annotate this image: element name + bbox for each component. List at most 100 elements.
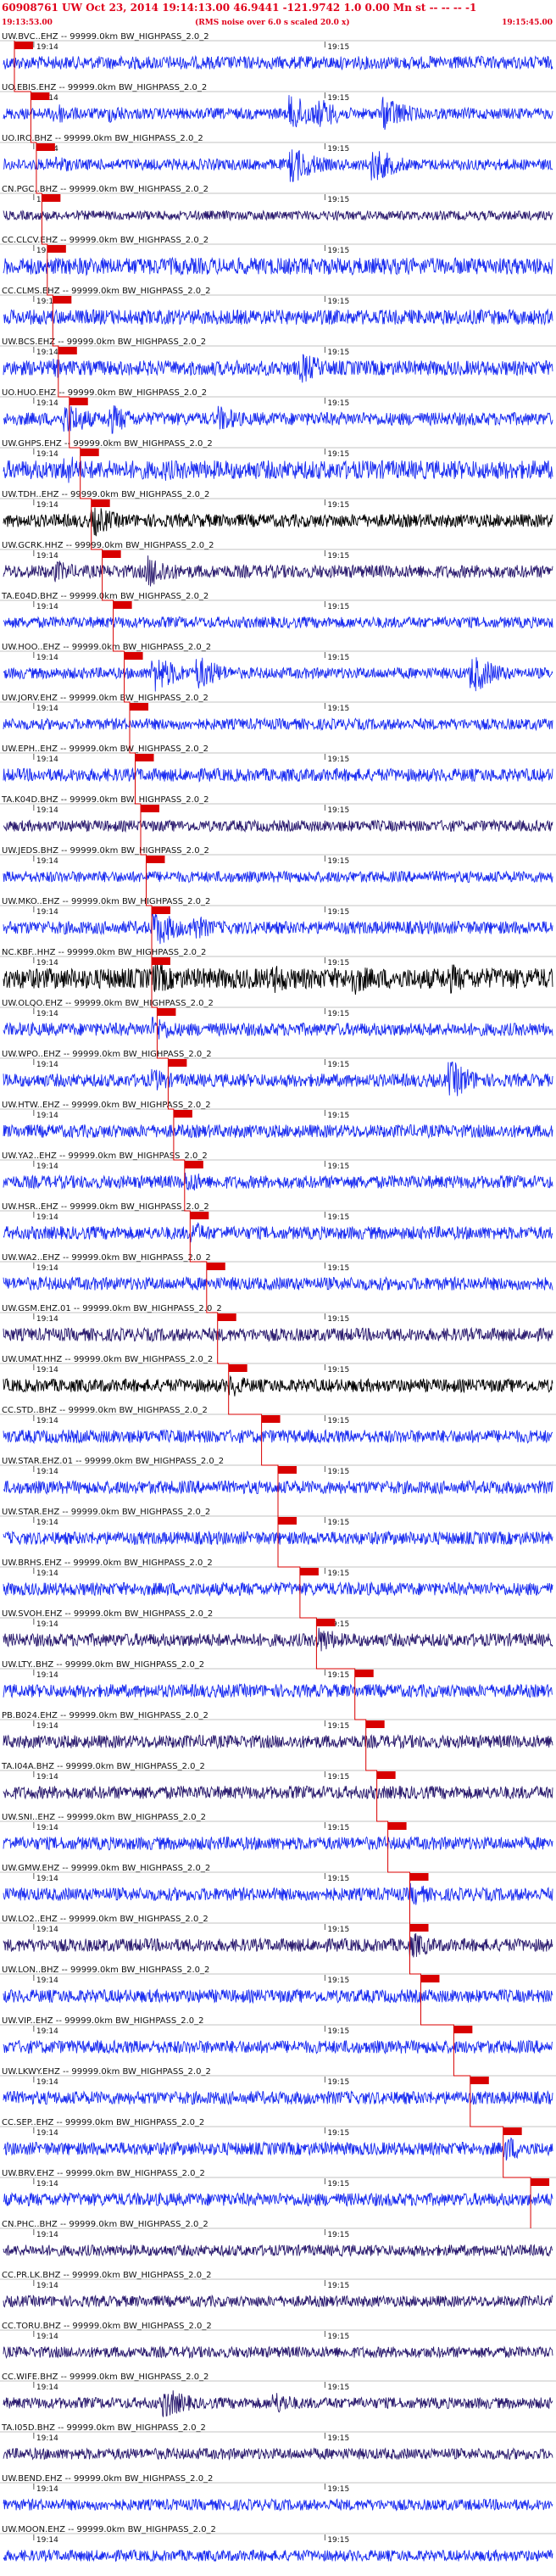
- time-tick-label: 19:14: [36, 654, 58, 662]
- waveform: [3, 911, 553, 945]
- waveform: [3, 354, 553, 383]
- trace-label: TA.I04A.BHZ -- 99999.0km BW_HIGHPASS_2.0…: [1, 1762, 205, 1771]
- time-tick-label: 19:14: [36, 399, 58, 408]
- trace-row: UW.BVC..EHZ -- 99999.0km BW_HIGHPASS_2.0…: [0, 32, 556, 71]
- time-tick-label: 19:14: [36, 1671, 58, 1680]
- time-tick-label: 19:14: [36, 1722, 58, 1731]
- time-tick-label: 19:14: [36, 2231, 58, 2239]
- waveform: [3, 2498, 553, 2512]
- waveform: [3, 1017, 553, 1040]
- time-tick-label: 19:15: [327, 1264, 349, 1273]
- trace-row: UW.VIP..EHZ -- 99999.0km BW_HIGHPASS_2.0…: [0, 2016, 556, 2055]
- pick-marker: [58, 347, 77, 354]
- trace-row: TA.I05D.BHZ -- 99999.0km BW_HIGHPASS_2.0…: [0, 2423, 556, 2461]
- trace-row: UW.SNI..EHZ -- 99999.0km BW_HIGHPASS_2.0…: [0, 1813, 556, 1852]
- waveform: [3, 1124, 553, 1140]
- pick-marker: [69, 398, 88, 405]
- trace-label: UW.WPO..EHZ -- 99999.0km BW_HIGHPASS_2.0…: [2, 1050, 212, 1059]
- time-tick-label: 19:14: [36, 43, 58, 52]
- event-title: 60908761 UW Oct 23, 2014 19:14:13.00 46.…: [2, 2, 477, 14]
- waveform: [3, 404, 553, 434]
- pick-marker: [278, 1466, 297, 1474]
- waveform: [3, 555, 553, 587]
- trace-label: UW.GSM.EHZ.01 -- 99999.0km BW_HIGHPASS_2…: [2, 1304, 222, 1313]
- pick-marker: [151, 906, 170, 914]
- time-tick-label: 19:14: [36, 857, 58, 866]
- time-tick-label: 19:14: [36, 1570, 58, 1578]
- waveform: [3, 818, 553, 834]
- trace-row: UW.BRV.EHZ -- 99999.0km BW_HIGHPASS_2.0_…: [0, 2169, 556, 2207]
- waveform: [3, 308, 553, 326]
- time-tick-label: 19:15: [327, 552, 349, 560]
- pick-marker: [31, 92, 50, 100]
- trace-label: CC.WIFE.BHZ -- 99999.0km BW_HIGHPASS_2.0…: [2, 2372, 208, 2382]
- time-tick-label: 19:15: [327, 501, 349, 510]
- time-tick-label: 19:14: [36, 756, 58, 764]
- time-tick-label: 19:15: [327, 94, 349, 103]
- time-tick-label: 19:14: [36, 2384, 58, 2392]
- time-tick-label: 19:14: [36, 1519, 58, 1527]
- time-tick-label: 19:14: [36, 1620, 58, 1629]
- trace-row: UW.MKO..EHZ -- 99999.0km BW_HIGHPASS_2.0…: [0, 897, 556, 945]
- trace-row: PB.B024.EHZ -- 99999.0km BW_HIGHPASS_2.0…: [0, 1711, 556, 1750]
- waveform: [3, 2390, 553, 2417]
- waveform: [3, 2137, 553, 2161]
- time-tick-label: 19:14: [36, 2536, 58, 2545]
- trace-label: UW.SVOH.EHZ -- 99999.0km BW_HIGHPASS_2.0…: [2, 1609, 213, 1619]
- pick-marker: [206, 1263, 225, 1270]
- time-tick-label: 19:15: [327, 1977, 349, 1985]
- time-tick-label: 19:15: [327, 654, 349, 662]
- time-tick-label: 19:15: [327, 857, 349, 866]
- pick-marker: [503, 2127, 522, 2135]
- waveform: [3, 616, 553, 630]
- waveform: [3, 1326, 553, 1343]
- trace-label: TA.E04D.BHZ -- 99999.0km BW_HIGHPASS_2.0…: [1, 592, 208, 601]
- waveform: [3, 1988, 553, 2004]
- time-tick-label: 19:14: [36, 2180, 58, 2188]
- waveform: [3, 1785, 553, 1800]
- waveform: [3, 456, 553, 483]
- time-tick-label: 19:15: [327, 196, 349, 204]
- trace-label: UW.TDH..EHZ -- 99999.0km BW_HIGHPASS_2.0…: [2, 490, 209, 499]
- trace-label: UW.MOON.EHZ -- 99999.0km BW_HIGHPASS_2.0…: [2, 2525, 216, 2534]
- pick-marker: [135, 754, 154, 761]
- waveform: [3, 657, 553, 692]
- pick-marker: [261, 1415, 281, 1423]
- waveform: [3, 2345, 553, 2360]
- seismogram-plot: UW.BVC..EHZ -- 99999.0km BW_HIGHPASS_2.0…: [0, 32, 556, 2562]
- time-tick-label: 19:15: [327, 1824, 349, 1832]
- trace-row: CN.PHC..BHZ -- 99999.0km BW_HIGHPASS_2.0…: [0, 2220, 556, 2258]
- time-tick-label: 19:15: [327, 806, 349, 815]
- time-tick-label: 19:14: [36, 908, 58, 917]
- time-tick-label: 19:14: [36, 2485, 58, 2494]
- time-tick-label: 19:14: [36, 1824, 58, 1832]
- pick-marker: [14, 42, 33, 49]
- trace-label: CC.CLMS.EHZ -- 99999.0km BW_HIGHPASS_2.0…: [2, 287, 211, 296]
- trace-label: UW.GMW.EHZ -- 99999.0km BW_HIGHPASS_2.0_…: [2, 1864, 210, 1873]
- waveform: [3, 1835, 553, 1852]
- time-tick-label: 19:15: [327, 2078, 349, 2087]
- time-tick-label: 19:14: [36, 552, 58, 560]
- trace-row: CC.WIFE.BHZ -- 99999.0km BW_HIGHPASS_2.0…: [0, 2372, 556, 2417]
- trace-row: UW.EPH..EHZ -- 99999.0km BW_HIGHPASS_2.0…: [0, 744, 556, 783]
- pick-marker: [354, 1670, 374, 1677]
- time-tick-label: 19:15: [327, 1417, 349, 1425]
- waveform: [3, 209, 553, 222]
- trace-row: TA.E04D.BHZ -- 99999.0km BW_HIGHPASS_2.0…: [0, 592, 556, 630]
- pick-marker: [102, 550, 121, 558]
- pick-marker: [217, 1313, 236, 1321]
- trace-label: UW.VIP..EHZ -- 99999.0km BW_HIGHPASS_2.0…: [2, 2016, 204, 2026]
- time-tick-label: 19:14: [36, 2333, 58, 2341]
- time-tick-label: 19:14: [36, 2078, 58, 2087]
- pick-marker: [278, 1517, 297, 1525]
- waveform: [3, 2039, 553, 2055]
- pick-marker: [409, 1924, 429, 1932]
- trace-row: TA.K04D.BHZ -- 99999.0km BW_HIGHPASS_2.0…: [0, 795, 556, 834]
- time-tick-label: 19:14: [36, 348, 58, 357]
- pick-marker: [228, 1364, 247, 1372]
- trace-label: UW.YA2..EHZ -- 99999.0km BW_HIGHPASS_2.0…: [2, 1151, 208, 1161]
- time-tick-label: 19:15: [327, 1163, 349, 1171]
- event-header: 60908761 UW Oct 23, 2014 19:14:13.00 46.…: [0, 0, 556, 31]
- time-tick-label: 19:14: [36, 2434, 58, 2443]
- waveform: [3, 1733, 553, 1750]
